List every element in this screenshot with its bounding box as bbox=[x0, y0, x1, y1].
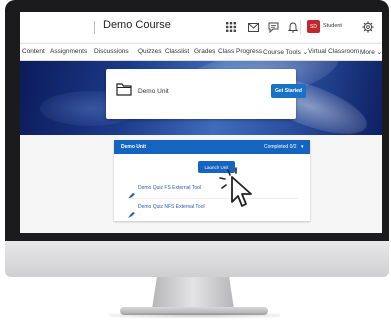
monitor-frame: Demo Course SD Student Content Assignmen… bbox=[5, 0, 389, 241]
nav-grades[interactable]: Grades bbox=[194, 48, 215, 55]
bell-icon[interactable] bbox=[286, 20, 300, 34]
user-name[interactable]: Student bbox=[323, 23, 342, 29]
user-divider bbox=[300, 20, 301, 34]
unit-panel: Demo Unit Completed 0/2 ▾ Launch Unit De… bbox=[114, 140, 310, 221]
list-item[interactable]: Demo Quiz FS External Tool bbox=[128, 184, 298, 199]
rocket-icon bbox=[128, 186, 135, 204]
nav-course-tools[interactable]: Course Tools ⌄ bbox=[263, 48, 308, 56]
chat-icon[interactable] bbox=[266, 20, 280, 34]
nav-discussions[interactable]: Discussions bbox=[94, 48, 129, 55]
unit-title: Demo Unit bbox=[138, 88, 169, 95]
chevron-down-icon[interactable]: ▾ bbox=[301, 144, 304, 150]
panel-title: Demo Unit bbox=[121, 144, 146, 150]
nav-quizzes[interactable]: Quizzes bbox=[138, 48, 161, 55]
completion-status: Completed 0/2 bbox=[264, 144, 297, 150]
header-divider bbox=[94, 21, 95, 34]
pointer-cursor-icon bbox=[218, 166, 260, 213]
folder-icon bbox=[116, 83, 132, 101]
screen: Demo Course SD Student Content Assignmen… bbox=[20, 12, 382, 233]
list-item[interactable]: Demo Quiz NFS External Tool bbox=[128, 203, 298, 218]
rocket-icon bbox=[128, 205, 135, 223]
item-label[interactable]: Demo Quiz NFS External Tool bbox=[138, 204, 205, 210]
get-started-button[interactable]: Get Started bbox=[271, 84, 306, 98]
nav-classlist[interactable]: Classlist bbox=[165, 48, 189, 55]
mail-icon[interactable] bbox=[246, 20, 260, 34]
nav-more[interactable]: More ⌄ bbox=[360, 48, 382, 56]
avatar[interactable]: SD bbox=[307, 20, 320, 33]
item-label[interactable]: Demo Quiz FS External Tool bbox=[138, 185, 201, 191]
panel-header[interactable]: Demo Unit Completed 0/2 ▾ bbox=[114, 140, 310, 154]
gear-icon[interactable] bbox=[361, 20, 375, 34]
course-title[interactable]: Demo Course bbox=[103, 19, 171, 31]
stand-shadow bbox=[110, 313, 280, 318]
top-header: Demo Course SD Student bbox=[20, 12, 382, 42]
grid-icon[interactable] bbox=[224, 20, 238, 34]
nav-content[interactable]: Content bbox=[22, 48, 45, 55]
unit-card: Demo Unit Get Started bbox=[106, 69, 306, 119]
nav-class-progress[interactable]: Class Progress bbox=[218, 48, 262, 55]
monitor-stand bbox=[152, 277, 234, 309]
course-navbar: Content Assignments Discussions Quizzes … bbox=[20, 43, 382, 61]
row-divider bbox=[128, 198, 298, 199]
nav-assignments[interactable]: Assignments bbox=[50, 48, 87, 55]
monitor-chin bbox=[5, 241, 389, 277]
nav-virtual-classroom[interactable]: Virtual Classroom bbox=[308, 48, 359, 55]
